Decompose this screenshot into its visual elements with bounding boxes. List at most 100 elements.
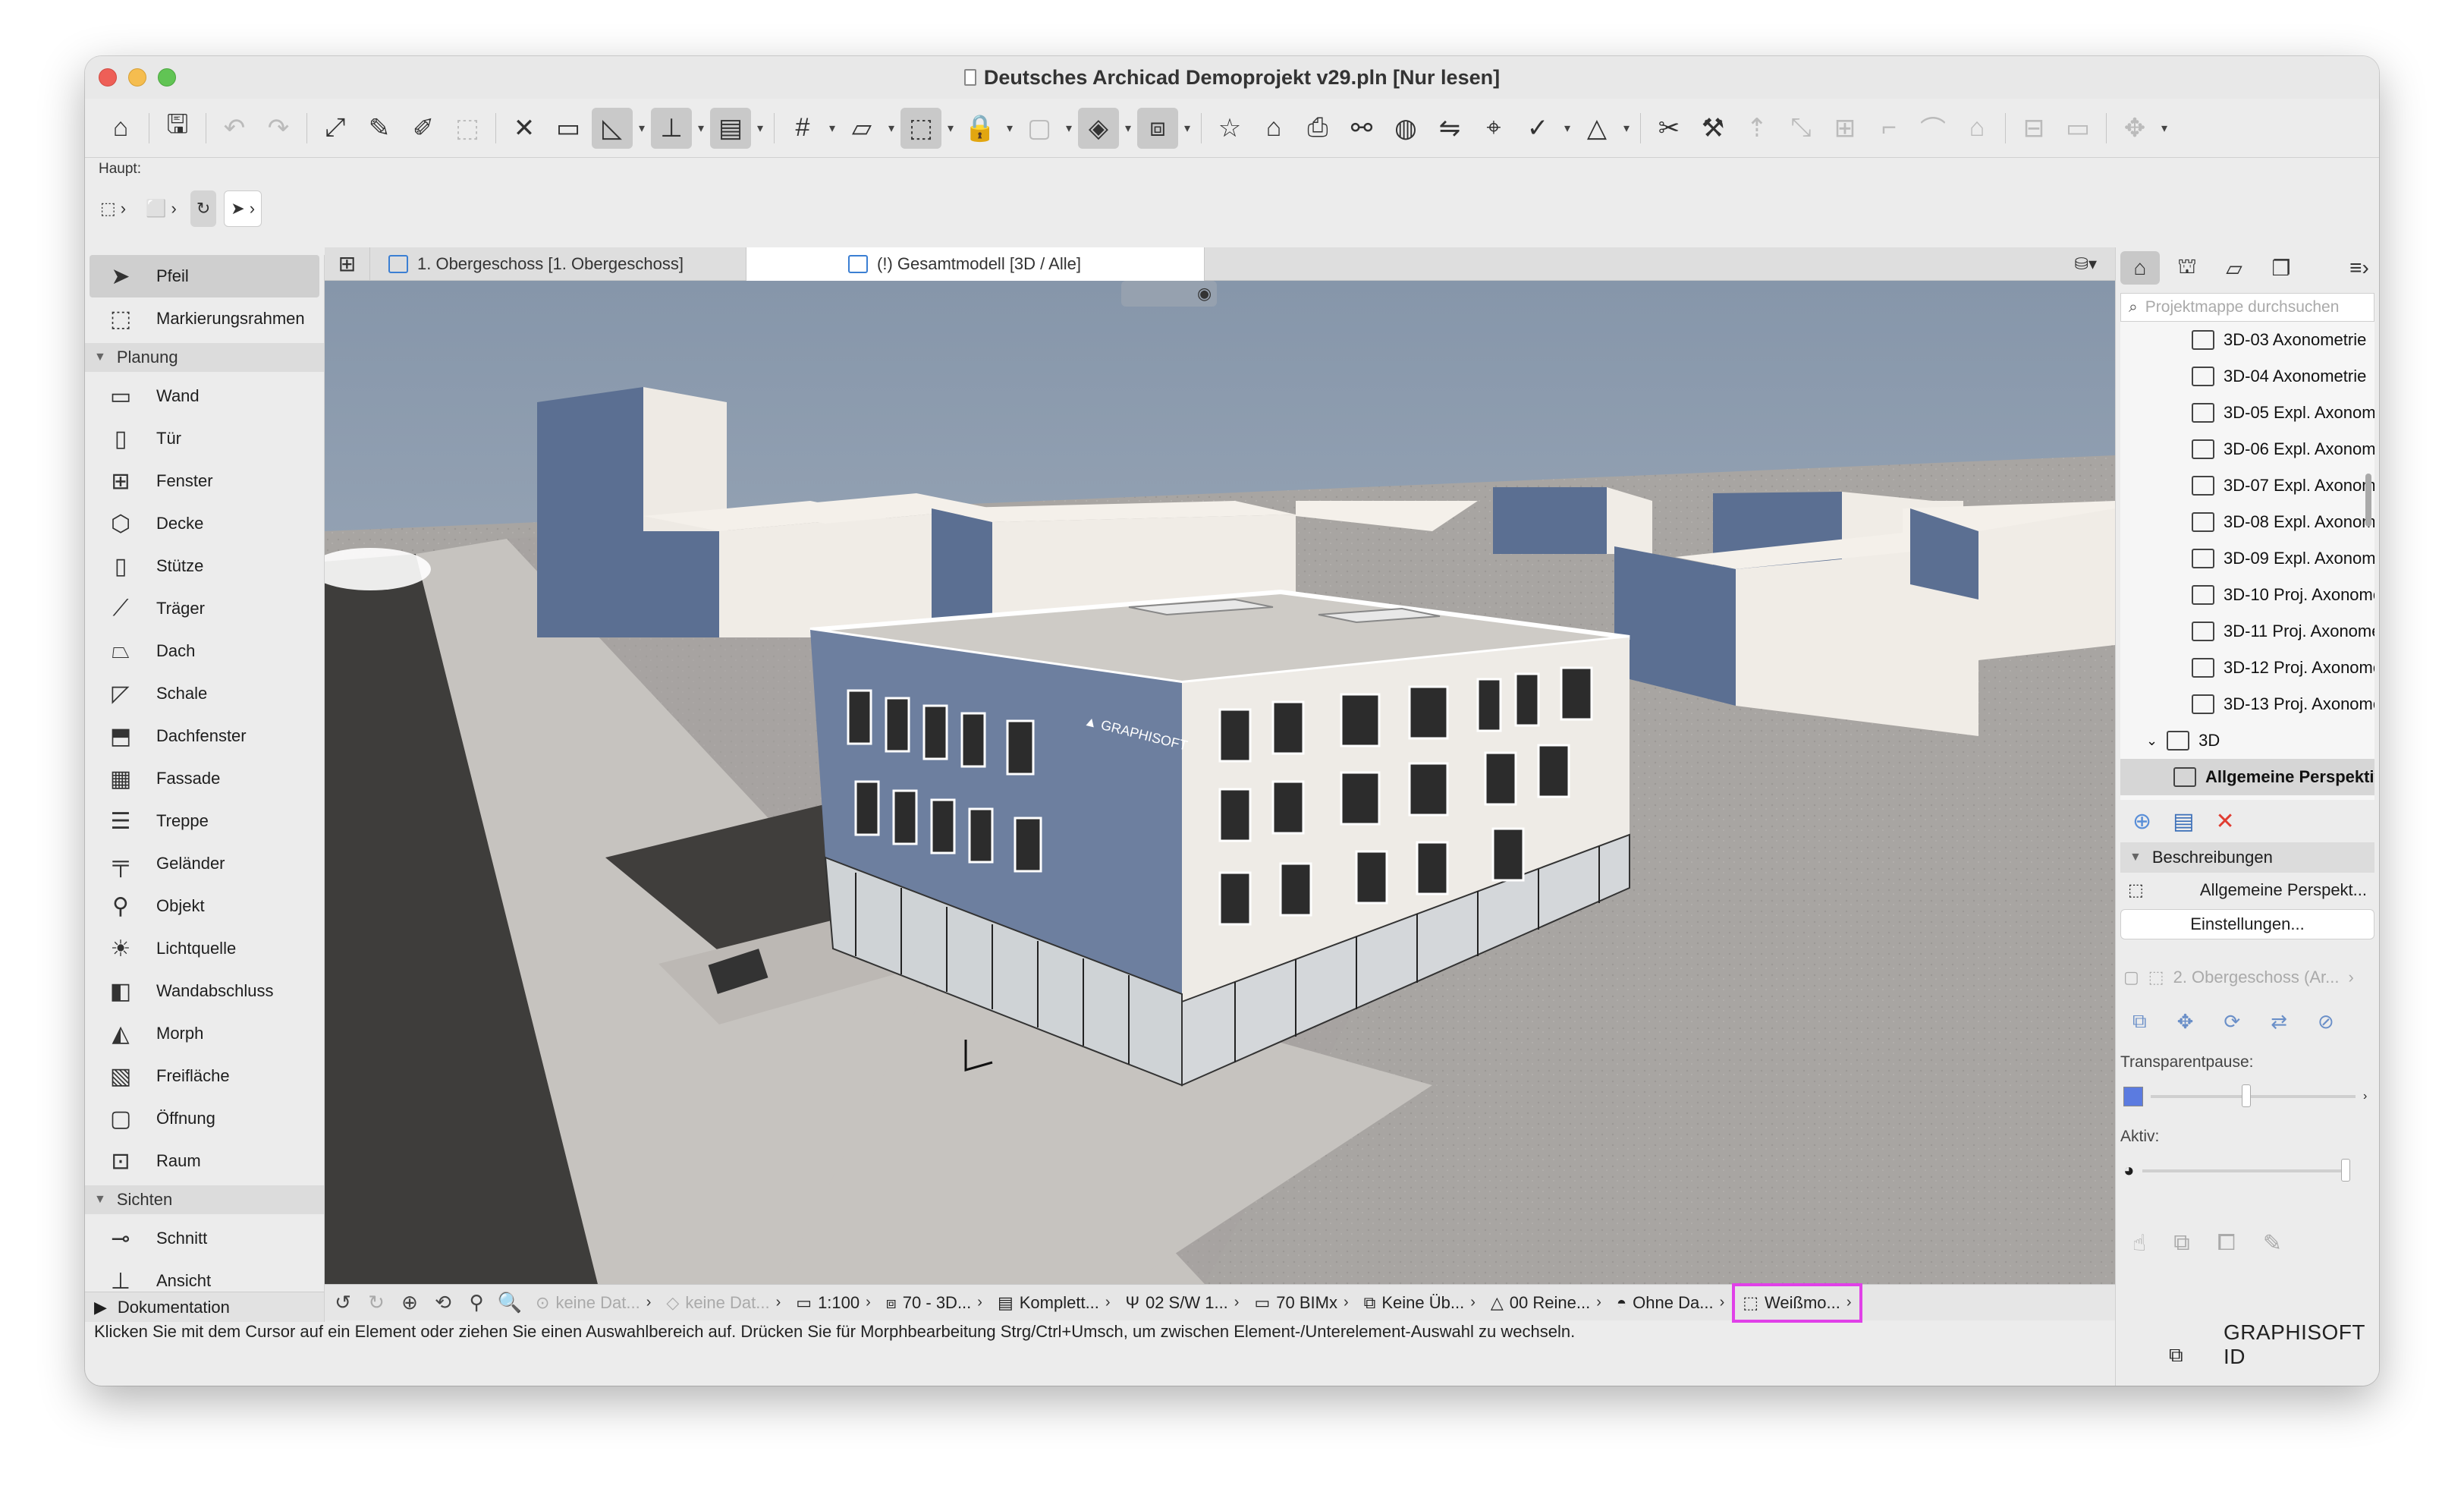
- redo-view-icon[interactable]: ↻: [361, 1291, 391, 1314]
- pick-up-icon[interactable]: ⤢: [315, 108, 356, 149]
- transfer-icon[interactable]: ⬚: [447, 108, 488, 149]
- tree-item[interactable]: 3D-07 Expl. Axonometrie: [2120, 467, 2374, 504]
- panel-window-icon[interactable]: ⧉: [2169, 1343, 2183, 1367]
- tool-morph[interactable]: ◭ Morph: [85, 1012, 324, 1055]
- check-icon[interactable]: ✓: [1517, 108, 1558, 149]
- tree-item[interactable]: 3D-09 Expl. Axonometrie: [2120, 540, 2374, 577]
- tree-item[interactable]: 3D-11 Proj. Axonometrie: [2120, 613, 2374, 650]
- zoom-fit-icon[interactable]: 🔍: [495, 1291, 525, 1314]
- guide-line-icon[interactable]: ⊥: [651, 107, 692, 149]
- navigator-search[interactable]: ⌕ Projektmappe durchsuchen: [2120, 293, 2374, 322]
- tool-decke[interactable]: ⬡ Decke: [85, 502, 324, 545]
- active-slider[interactable]: ◕: [2116, 1150, 2379, 1191]
- section-beschreibungen[interactable]: ▼ Beschreibungen: [2120, 842, 2374, 873]
- minimize-window-button[interactable]: [128, 68, 146, 87]
- view-map-icon[interactable]: ⛫: [2167, 251, 2207, 285]
- tab-options-button[interactable]: ⛁▾: [2057, 247, 2115, 281]
- rotate-marquee-button[interactable]: ↻: [190, 190, 217, 227]
- new-view-icon[interactable]: ⊕: [2132, 808, 2151, 835]
- project-map-icon[interactable]: ⌂: [2120, 251, 2160, 285]
- undo-view-icon[interactable]: ↺: [328, 1291, 358, 1314]
- chevron-down-icon[interactable]: ▾: [1063, 121, 1075, 136]
- section-planung[interactable]: ▼ Planung: [85, 343, 324, 372]
- eyedropper-icon[interactable]: ✎: [359, 108, 400, 149]
- selection-icon[interactable]: ⬚: [900, 107, 941, 149]
- orbit-icon[interactable]: ⟲: [428, 1291, 458, 1314]
- section-dokumentation[interactable]: ▶ Dokumentation: [85, 1292, 324, 1322]
- tool-objekt[interactable]: ⚲ Objekt: [85, 885, 324, 927]
- publish-icon[interactable]: ⎙: [1297, 108, 1338, 149]
- 3d-viewport[interactable]: ▲ GRAPHISOFT ◉: [325, 281, 2115, 1284]
- tab-3d-model[interactable]: (!) Gesamtmodell [3D / Alle]: [746, 247, 1205, 281]
- navigator-menu-icon[interactable]: ≡›: [2340, 251, 2379, 285]
- edit-icon[interactable]: ✎: [2263, 1230, 2282, 1257]
- zoom-in-icon[interactable]: ⊕: [394, 1291, 425, 1314]
- active-knob[interactable]: [2340, 1159, 2350, 1182]
- split-icon[interactable]: ⊞: [1824, 108, 1865, 149]
- tool-markierungsrahmen[interactable]: ⬚ Markierungsrahmen: [85, 297, 324, 340]
- pointer-mode-button[interactable]: ➤ ›: [224, 190, 262, 227]
- transparency-track[interactable]: [2151, 1084, 2356, 1107]
- chevron-down-icon[interactable]: ▾: [1620, 121, 1633, 136]
- renovation-icon[interactable]: ⌂: [1253, 108, 1294, 149]
- chevron-down-icon[interactable]: ▾: [1122, 121, 1134, 136]
- magic-icon[interactable]: ⚒: [1692, 108, 1733, 149]
- tool-freifläche[interactable]: ▧ Freifläche: [85, 1055, 324, 1097]
- status-item-pen-set[interactable]: Ψ 02 S/W 1... ›: [1118, 1293, 1247, 1313]
- chevron-down-icon[interactable]: ▾: [2158, 121, 2170, 136]
- move-reference-icon[interactable]: ✥: [2177, 1010, 2194, 1034]
- tree-item[interactable]: 3D-10 Proj. Axonometrie: [2120, 577, 2374, 613]
- compare-icon[interactable]: ⧠: [2217, 1230, 2236, 1256]
- tree-folder-3d[interactable]: ⌄ 3D: [2120, 722, 2374, 759]
- delete-view-icon[interactable]: ✕: [2216, 808, 2235, 835]
- tool-schale[interactable]: ◸ Schale: [85, 672, 324, 715]
- status-item-pen[interactable]: ◇ keine Dat... ›: [658, 1293, 788, 1313]
- resize-icon[interactable]: ⤡: [1780, 108, 1821, 149]
- frame-icon[interactable]: ▢: [1019, 108, 1060, 149]
- chevron-down-icon[interactable]: ▾: [826, 121, 838, 136]
- tool-schnitt[interactable]: ⊸ Schnitt: [85, 1217, 324, 1260]
- chevron-down-icon[interactable]: ▾: [944, 121, 957, 136]
- tree-item[interactable]: 3D-03 Axonometrie: [2120, 322, 2374, 358]
- chevron-down-icon[interactable]: ▾: [1004, 121, 1016, 136]
- tool-treppe[interactable]: ☰ Treppe: [85, 800, 324, 842]
- tool-dach[interactable]: ⏢ Dach: [85, 630, 324, 672]
- save-icon[interactable]: 🖫: [157, 108, 198, 149]
- tree-item[interactable]: 3D-08 Expl. Axonometrie: [2120, 504, 2374, 540]
- publisher-icon[interactable]: ❐: [2261, 251, 2301, 285]
- tool-lichtquelle[interactable]: ☀ Lichtquelle: [85, 927, 324, 970]
- home-icon[interactable]: ⌂: [100, 108, 141, 149]
- selection-method-button[interactable]: ⬚ ›: [94, 190, 132, 227]
- shape-icon[interactable]: △: [1576, 108, 1617, 149]
- align-icon[interactable]: ⊟: [2013, 108, 2054, 149]
- elevate-icon[interactable]: ⇡: [1736, 108, 1777, 149]
- transparency-slider[interactable]: ›: [2116, 1076, 2379, 1117]
- globe-icon[interactable]: ◍: [1385, 108, 1426, 149]
- layout-book-icon[interactable]: ▱: [2214, 251, 2254, 285]
- status-item-scale[interactable]: ▭ 1:100 ›: [788, 1293, 878, 1313]
- roof-shape-icon[interactable]: ⌂: [1956, 108, 1997, 149]
- grid-icon[interactable]: #: [782, 108, 823, 149]
- tool-öffnung[interactable]: ▢ Öffnung: [85, 1097, 324, 1140]
- tree-scrollbar[interactable]: [2365, 474, 2371, 527]
- section-sichten[interactable]: ▼ Sichten: [85, 1185, 324, 1214]
- move-icon[interactable]: ✥: [2114, 108, 2155, 149]
- zoom-window-button[interactable]: [158, 68, 176, 87]
- status-item-renovation-filter[interactable]: △ 00 Reine... ›: [1483, 1293, 1609, 1313]
- tree-item[interactable]: 3D-12 Proj. Axonometrie: [2120, 650, 2374, 686]
- transparency-knob[interactable]: [2242, 1084, 2251, 1107]
- plane-icon[interactable]: ⏥: [841, 108, 882, 149]
- snap-icon[interactable]: ✕: [504, 108, 545, 149]
- reset-reference-icon[interactable]: ⊘: [2318, 1010, 2334, 1034]
- tool-wandabschluss[interactable]: ◧ Wandabschluss: [85, 970, 324, 1012]
- walk-icon[interactable]: ⚲: [461, 1291, 492, 1314]
- distribute-icon[interactable]: ▭: [2057, 108, 2098, 149]
- lock-icon[interactable]: 🔒: [960, 108, 1001, 149]
- link-icon[interactable]: ⚯: [1341, 108, 1382, 149]
- tree-item[interactable]: 3D-06 Expl. Axonometrie: [2120, 431, 2374, 467]
- syringe-icon[interactable]: ✐: [403, 108, 444, 149]
- tag-icon[interactable]: ⌖: [1473, 108, 1514, 149]
- redo-icon[interactable]: ↷: [258, 108, 299, 149]
- 3d-view-icon[interactable]: ◈: [1078, 107, 1119, 149]
- status-item-layer-combo[interactable]: ⊙ keine Dat... ›: [528, 1293, 658, 1313]
